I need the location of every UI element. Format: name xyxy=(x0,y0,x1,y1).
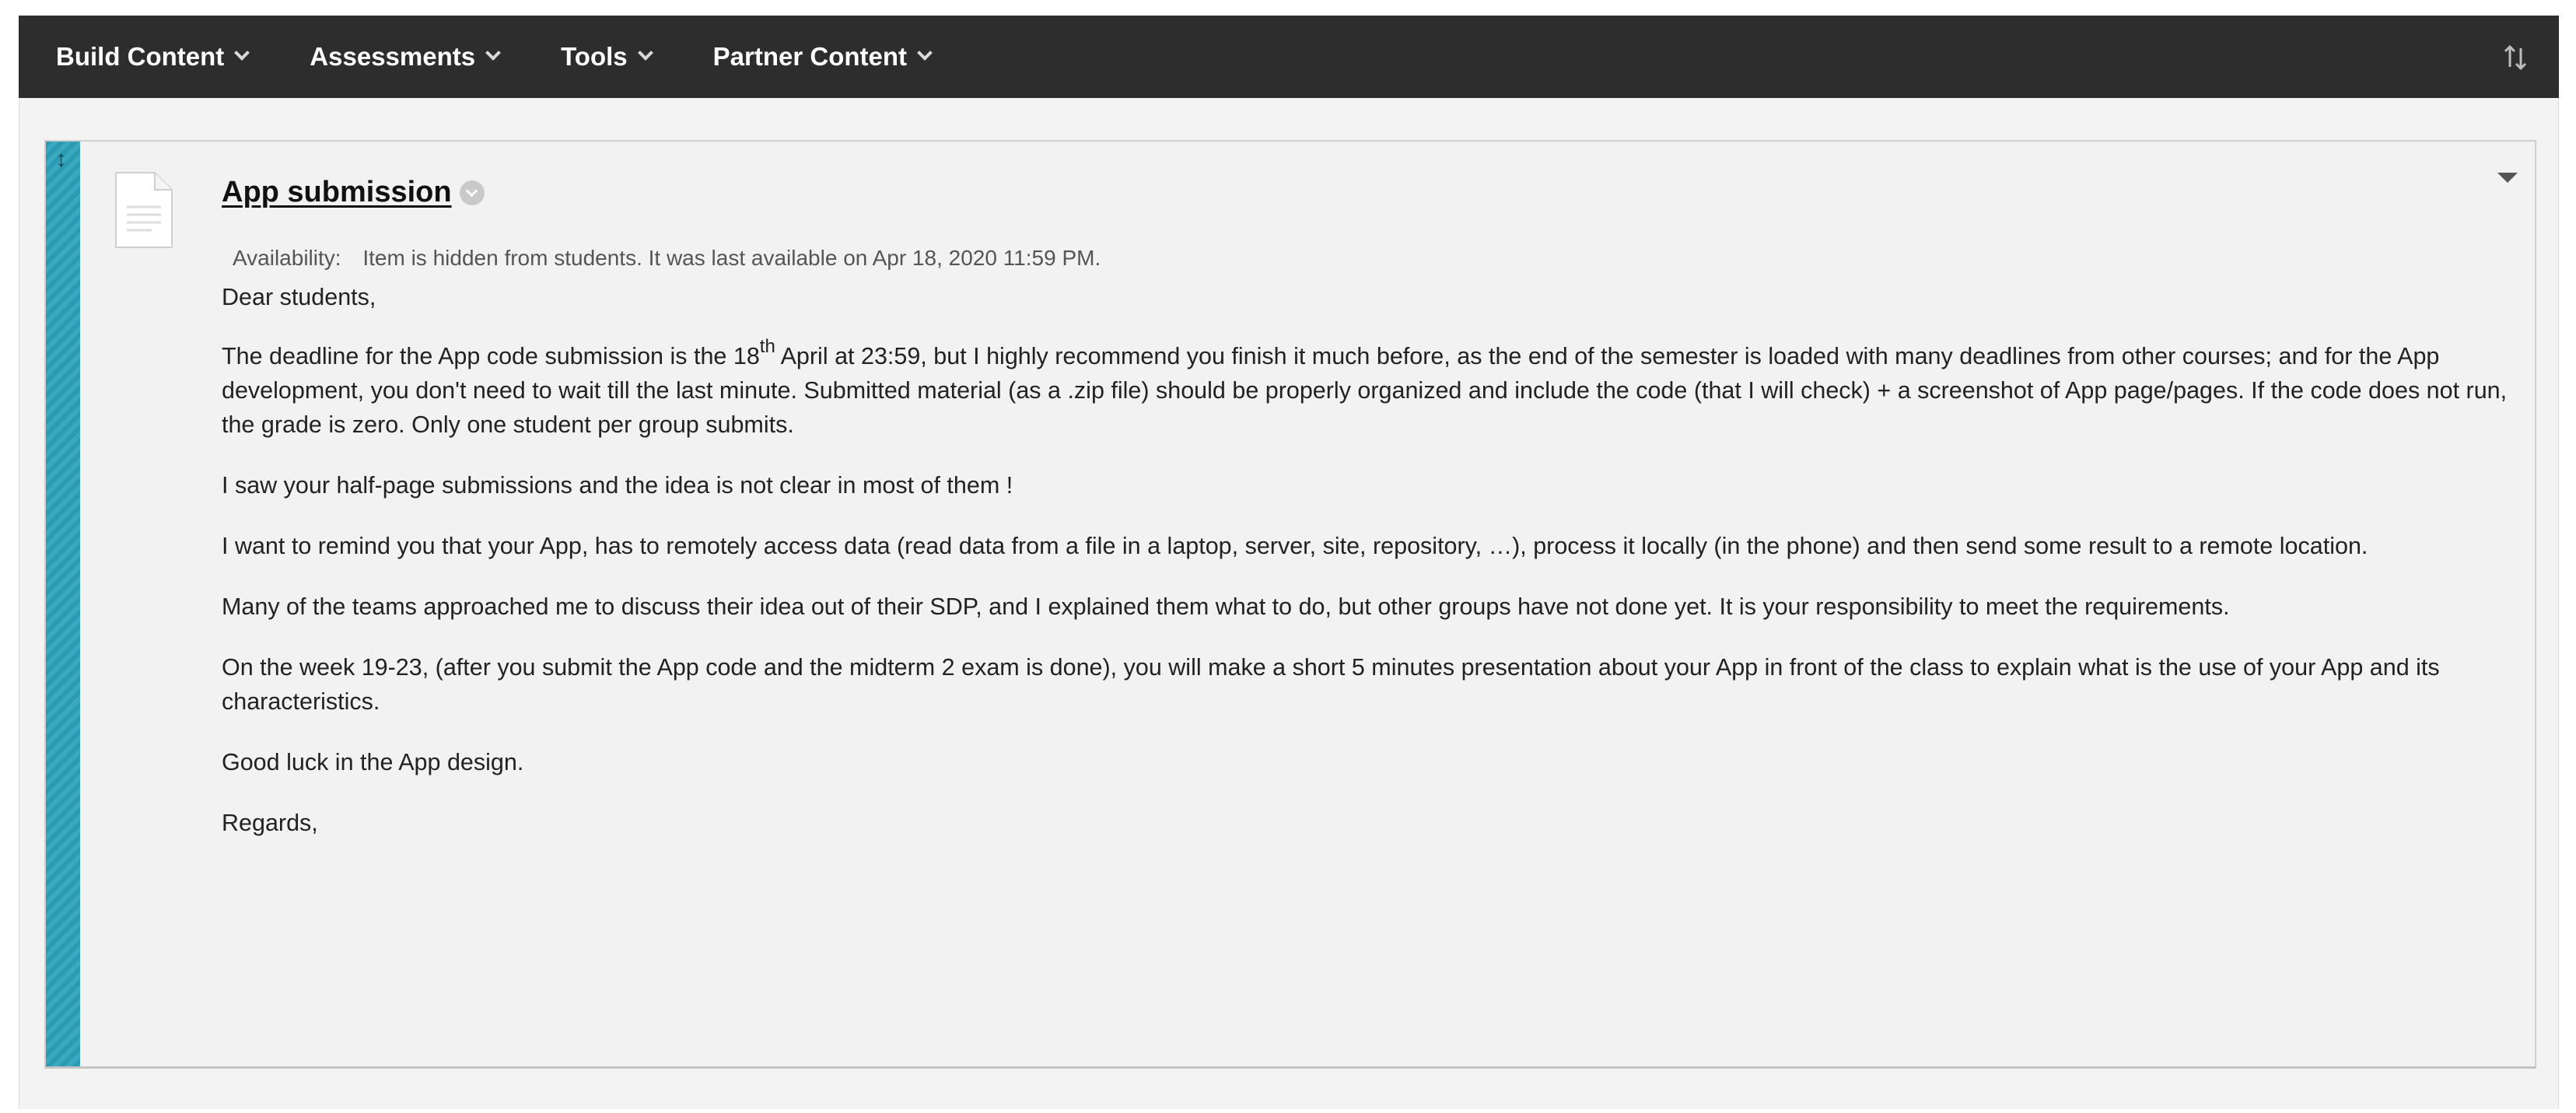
document-icon xyxy=(114,171,173,249)
collapse-caret-icon[interactable] xyxy=(2497,173,2518,183)
build-content-menu[interactable]: Build Content xyxy=(56,42,250,72)
greeting-text: Dear students, xyxy=(222,284,376,310)
chevron-down-icon xyxy=(234,45,250,61)
closing-text: Regards, xyxy=(222,810,318,836)
half-page-paragraph: I saw your half-page submissions and the… xyxy=(222,472,1013,499)
good-luck-text: Good luck in the App design. xyxy=(222,749,524,775)
assessments-menu[interactable]: Assessments xyxy=(310,42,501,72)
teams-paragraph: Many of the teams approached me to discu… xyxy=(222,593,2230,620)
content-area: ↕ App submission Availability: Item is h… xyxy=(19,98,2559,1109)
ordinal-suffix: th xyxy=(759,335,775,357)
chevron-down-icon xyxy=(637,45,653,61)
availability-label: Availability: xyxy=(233,246,341,270)
availability-info: Availability: Item is hidden from studen… xyxy=(233,246,1101,271)
sort-arrows-icon[interactable] xyxy=(2500,42,2531,73)
deadline-text-start: The deadline for the App code submission… xyxy=(222,343,760,369)
page: Build Content Assessments Tools Partner … xyxy=(0,0,2576,1113)
chevron-down-icon xyxy=(485,45,501,61)
partner-content-menu[interactable]: Partner Content xyxy=(712,42,933,72)
chevron-down-icon xyxy=(917,45,933,61)
requirements-paragraph: I want to remind you that your App, has … xyxy=(222,533,2368,559)
drag-arrows-icon: ↕ xyxy=(55,146,67,172)
item-title-row: App submission xyxy=(222,176,485,209)
item-title-link[interactable]: App submission xyxy=(222,176,452,209)
deadline-paragraph: The deadline for the App code submission… xyxy=(222,335,2524,442)
content-toolbar: Build Content Assessments Tools Partner … xyxy=(19,16,2559,98)
item-options-icon[interactable] xyxy=(459,180,485,205)
tools-menu[interactable]: Tools xyxy=(561,42,653,72)
assessments-label: Assessments xyxy=(310,42,476,71)
content-item: ↕ App submission Availability: Item is h… xyxy=(44,140,2536,1069)
partner-content-label: Partner Content xyxy=(712,42,907,71)
item-description: Dear students, The deadline for the App … xyxy=(222,280,2524,866)
tools-label: Tools xyxy=(561,42,628,71)
availability-text: Item is hidden from students. It was las… xyxy=(362,246,1101,270)
drag-handle[interactable]: ↕ xyxy=(46,142,80,1066)
presentation-paragraph: On the week 19-23, (after you submit the… xyxy=(222,654,2440,715)
build-content-label: Build Content xyxy=(56,42,225,71)
